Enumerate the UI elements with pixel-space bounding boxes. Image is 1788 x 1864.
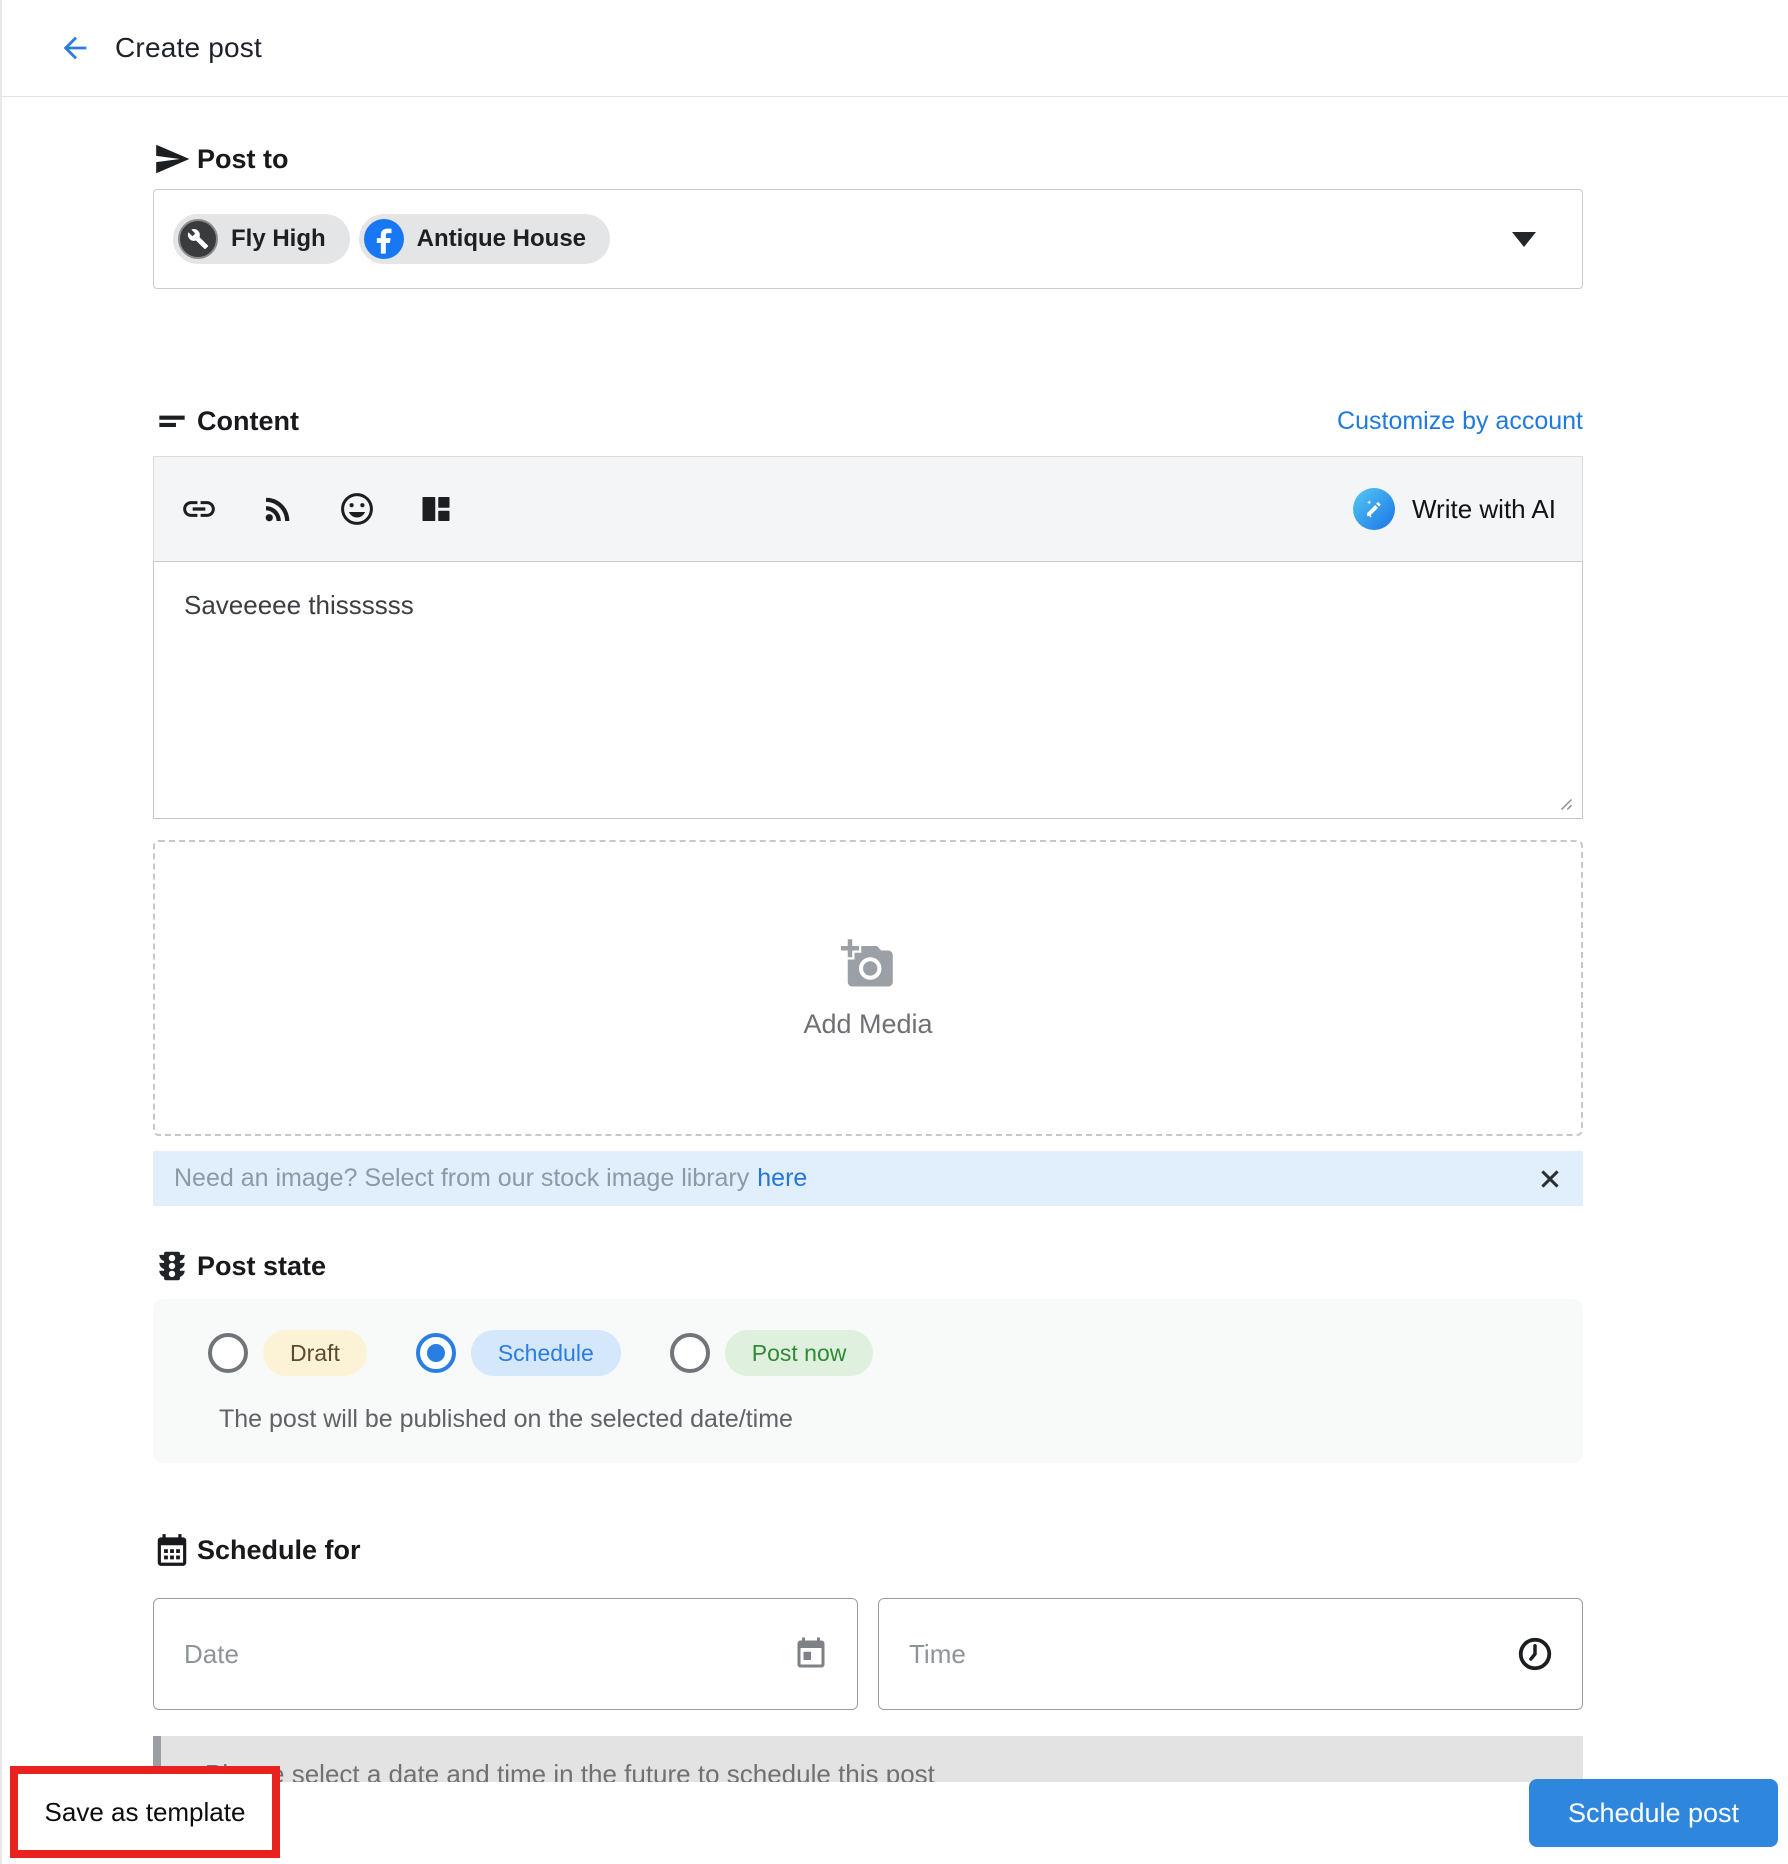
content-heading-row: Content Customize by account (153, 401, 1583, 441)
account-chip-fly-high[interactable]: Fly High (173, 214, 350, 264)
add-media-dropzone[interactable]: Add Media (153, 840, 1583, 1136)
layout-template-button[interactable] (417, 490, 455, 528)
radio-draft[interactable] (208, 1333, 248, 1373)
date-input[interactable]: Date (153, 1598, 858, 1710)
link-button[interactable] (180, 490, 218, 528)
post-state-box: Draft Schedule Post now The post will be… (153, 1299, 1583, 1463)
dropdown-caret-icon[interactable] (1512, 232, 1536, 247)
schedule-inputs-row: Date Time (153, 1598, 1583, 1710)
back-button[interactable] (57, 30, 93, 66)
wrench-icon (178, 219, 218, 259)
stock-library-here-link[interactable]: here (757, 1164, 807, 1193)
add-media-label: Add Media (803, 1009, 932, 1040)
calendar-icon (153, 1530, 197, 1570)
post-to-heading: Post to (197, 144, 289, 175)
post-to-heading-row: Post to (153, 139, 1583, 179)
calendar-picker-icon[interactable] (793, 1636, 829, 1672)
time-input[interactable]: Time (878, 1598, 1583, 1710)
schedule-for-heading-row: Schedule for (153, 1530, 1583, 1570)
stock-image-banner: Need an image? Select from our stock ima… (153, 1151, 1583, 1206)
back-arrow-icon (58, 31, 92, 65)
clock-icon[interactable] (1516, 1635, 1554, 1673)
account-select[interactable]: Fly High Antique House (153, 189, 1583, 289)
radio-option-post-now[interactable]: Post now (670, 1330, 874, 1376)
facebook-icon (364, 219, 404, 259)
schedule-chip[interactable]: Schedule (471, 1330, 621, 1376)
post-state-heading-row: Post state (153, 1246, 1583, 1286)
save-as-template-button[interactable]: Save as template (45, 1797, 246, 1828)
radio-option-schedule[interactable]: Schedule (416, 1330, 621, 1376)
header: Create post (2, 0, 1788, 97)
resize-grip-icon[interactable] (1554, 792, 1574, 812)
post-content-textarea[interactable]: Saveeeee thissssss (153, 561, 1583, 819)
account-chip-label: Fly High (231, 225, 326, 253)
schedule-post-button[interactable]: Schedule post (1529, 1779, 1778, 1847)
write-with-ai-button[interactable]: Write with AI (1353, 488, 1556, 530)
radio-schedule[interactable] (416, 1333, 456, 1373)
link-icon (180, 490, 218, 528)
banner-text: Need an image? Select from our stock ima… (174, 1164, 749, 1193)
short-text-icon (153, 402, 197, 440)
time-placeholder: Time (909, 1639, 966, 1670)
write-with-ai-label: Write with AI (1412, 494, 1556, 525)
post-state-options: Draft Schedule Post now (208, 1330, 1583, 1376)
schedule-for-heading: Schedule for (197, 1535, 361, 1566)
post-state-description: The post will be published on the select… (219, 1405, 1583, 1434)
rss-icon (260, 491, 296, 527)
send-icon (153, 140, 197, 178)
close-icon (1536, 1165, 1564, 1193)
ai-pencil-icon (1353, 488, 1395, 530)
emoji-button[interactable] (338, 490, 376, 528)
post-now-chip[interactable]: Post now (725, 1330, 874, 1376)
emoji-icon (338, 490, 376, 528)
radio-post-now[interactable] (670, 1333, 710, 1373)
post-state-heading: Post state (197, 1251, 326, 1282)
draft-chip[interactable]: Draft (263, 1330, 367, 1376)
banner-close-button[interactable] (1533, 1162, 1567, 1196)
account-chip-label: Antique House (417, 225, 586, 253)
content-toolbar: Write with AI (153, 456, 1583, 562)
layout-icon (418, 491, 454, 527)
account-chip-antique-house[interactable]: Antique House (359, 214, 610, 264)
schedule-warning-text: Please select a date and time in the fut… (205, 1758, 1583, 1782)
create-post-page: Create post Post to Fly High Antique Hou… (0, 0, 1788, 1864)
post-content-text: Saveeeee thissssss (184, 590, 414, 620)
add-photo-icon (841, 937, 895, 991)
radio-option-draft[interactable]: Draft (208, 1330, 367, 1376)
content-heading: Content (197, 406, 299, 437)
date-placeholder: Date (184, 1639, 239, 1670)
traffic-light-icon (153, 1246, 197, 1286)
schedule-warning-bar: Please select a date and time in the fut… (153, 1736, 1583, 1782)
page-title: Create post (115, 32, 262, 64)
annotation-highlight: Save as template (10, 1766, 280, 1858)
rss-feed-button[interactable] (259, 490, 297, 528)
customize-by-account-link[interactable]: Customize by account (1337, 407, 1583, 436)
